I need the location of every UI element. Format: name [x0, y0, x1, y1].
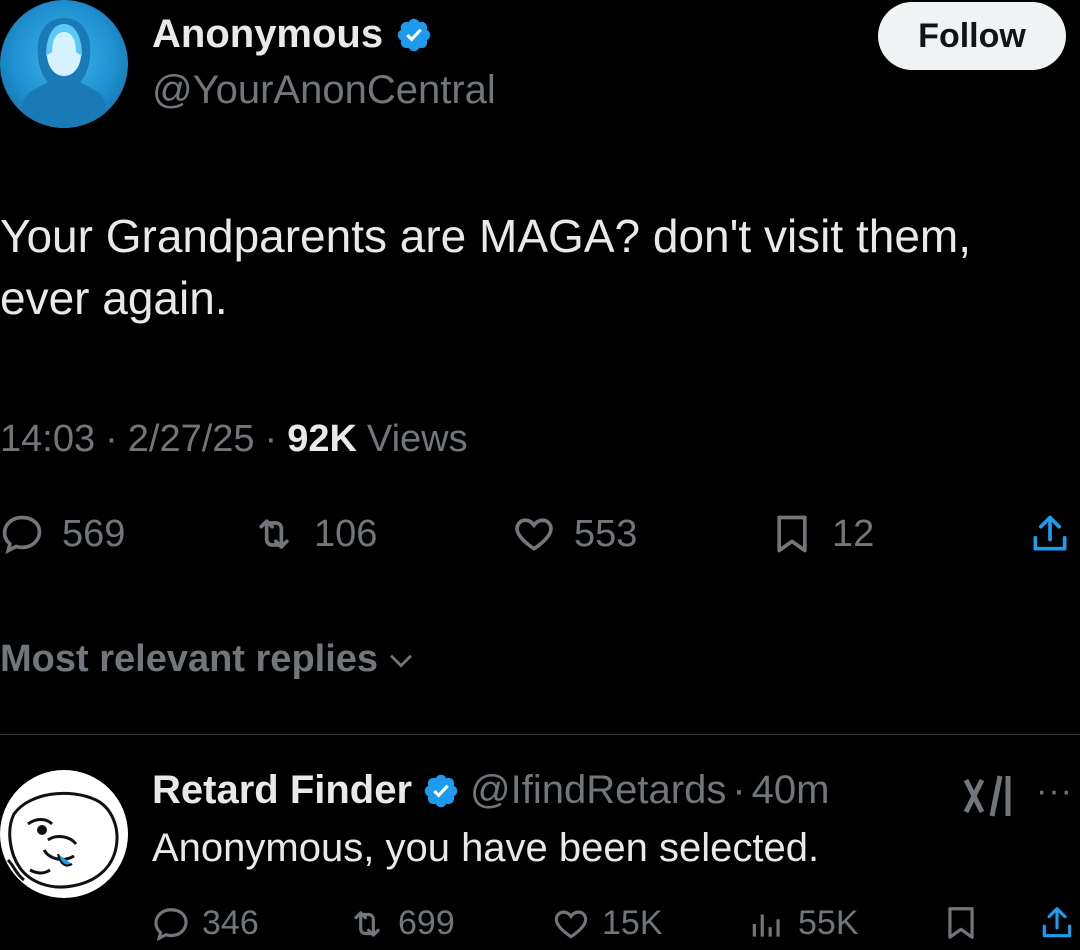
reply-views-button[interactable]: 55K	[748, 904, 859, 943]
reply-reply-count: 346	[202, 904, 259, 942]
tweet-text: Your Grandparents are MAGA? don't visit …	[0, 205, 1070, 329]
reply-author-avatar[interactable]	[0, 770, 128, 898]
like-icon	[554, 910, 588, 939]
like-icon	[515, 518, 553, 551]
share-icon	[1042, 907, 1072, 938]
reply-repost-button[interactable]: 699	[348, 904, 455, 943]
reply-like-count: 15K	[602, 904, 663, 942]
verified-badge-icon	[397, 18, 431, 51]
replies-section-title: Most relevant replies	[0, 638, 379, 680]
author-handle[interactable]: @YourAnonCentral	[152, 68, 496, 113]
tweet-date[interactable]: 2/27/25	[128, 418, 255, 461]
reply-icon	[2, 515, 42, 554]
tweet-actions: 569 106 553 12	[0, 512, 1080, 572]
tweet-text-line-1: Your Grandparents are MAGA? don't visit …	[0, 210, 972, 262]
meta-separator: ·	[105, 418, 118, 460]
like-count: 553	[574, 512, 638, 555]
bookmark-icon	[777, 515, 807, 553]
follow-button[interactable]: Follow	[878, 2, 1066, 70]
reply-author-handle[interactable]: @IfindRetards	[470, 768, 726, 813]
replies-sort-toggle[interactable]: Most relevant replies	[0, 638, 418, 681]
reply-like-button[interactable]: 15K	[552, 904, 663, 943]
tweet-meta: 14:03 · 2/27/25 · 92K Views	[0, 418, 468, 461]
bookmark-button[interactable]: 12	[770, 512, 874, 556]
verified-badge-icon	[424, 774, 458, 807]
meta-separator: ·	[264, 418, 278, 460]
reply-share-button[interactable]	[1038, 904, 1076, 942]
reply-reply-button[interactable]: 346	[152, 904, 259, 943]
tweet-text-line-2: ever again.	[0, 272, 228, 324]
views-count[interactable]: 92K	[287, 418, 357, 461]
repost-icon	[259, 519, 289, 549]
bookmark-count: 12	[832, 512, 875, 555]
reply-repost-count: 699	[398, 904, 455, 942]
reply-button[interactable]: 569	[0, 512, 125, 556]
chevron-down-icon	[390, 654, 412, 668]
divider	[0, 734, 1080, 735]
author-name-row[interactable]: Anonymous	[152, 12, 433, 57]
views-label[interactable]: Views	[367, 418, 468, 461]
reply-age[interactable]: 40m	[752, 768, 830, 813]
grok-icon[interactable]	[960, 772, 1016, 820]
tweet-time[interactable]: 14:03	[0, 418, 95, 461]
reply-count: 569	[62, 512, 126, 555]
reply-bookmark-button[interactable]	[942, 904, 980, 942]
reply-author-name[interactable]: Retard Finder	[152, 768, 412, 813]
share-icon	[1033, 515, 1067, 551]
reply-text: Anonymous, you have been selected.	[152, 826, 820, 870]
share-button[interactable]	[1028, 512, 1072, 556]
repost-icon	[354, 910, 380, 937]
author-name[interactable]: Anonymous	[152, 12, 383, 57]
like-button[interactable]: 553	[512, 512, 637, 556]
reply-header: Retard Finder @IfindRetards · 40m	[152, 768, 829, 813]
reply-icon	[154, 907, 188, 941]
more-icon[interactable]: ···	[1036, 772, 1073, 811]
reply-actions: 346 699 15K 55K	[152, 900, 1080, 950]
reply-views-count: 55K	[798, 904, 859, 942]
repost-count: 106	[314, 512, 378, 555]
author-avatar[interactable]	[0, 0, 128, 128]
views-icon	[752, 914, 780, 937]
bookmark-icon	[948, 907, 974, 939]
reply-separator: ·	[732, 768, 746, 812]
repost-button[interactable]: 106	[252, 512, 377, 556]
